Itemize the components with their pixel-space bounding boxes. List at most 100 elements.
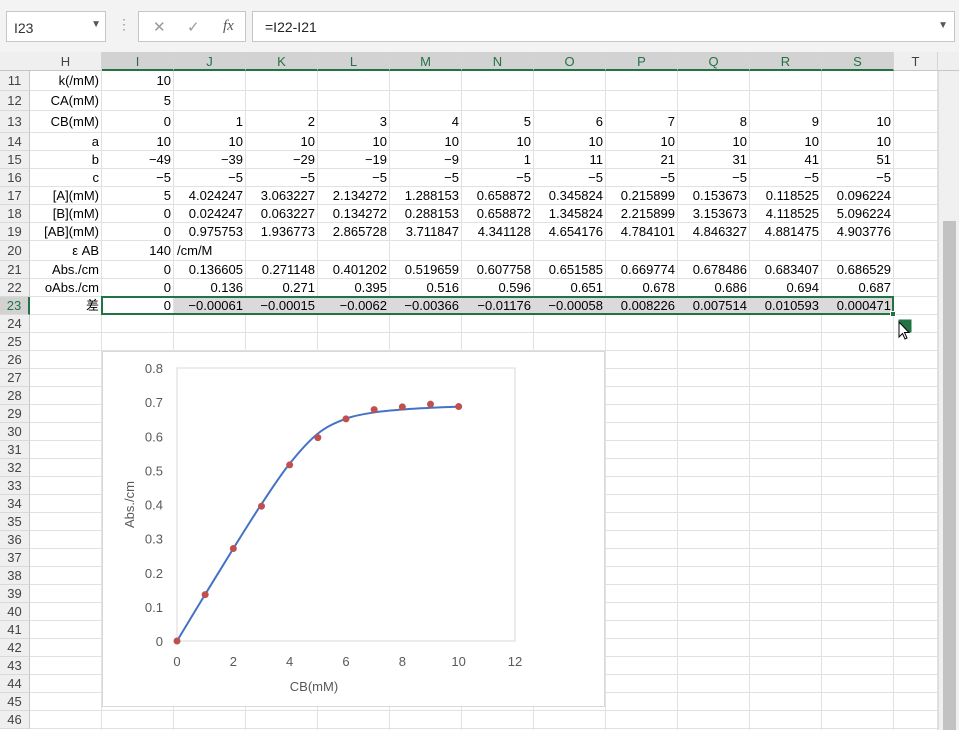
cell-m14[interactable]: 10 — [390, 133, 462, 151]
cell-o17[interactable]: 0.345824 — [534, 187, 606, 205]
row-header-29[interactable]: 29 — [0, 405, 30, 423]
cell-n19[interactable]: 4.341128 — [462, 223, 534, 241]
cell-l13[interactable]: 3 — [318, 111, 390, 133]
row-label-cell[interactable]: 差 — [30, 297, 102, 315]
row-label-cell[interactable]: k(/mM) — [30, 71, 102, 91]
cell-i22[interactable]: 0 — [102, 279, 174, 297]
row-header-11[interactable]: 11 — [0, 71, 30, 91]
cell-r13[interactable]: 9 — [750, 111, 822, 133]
cell-p17[interactable]: 0.215899 — [606, 187, 678, 205]
cell-o19[interactable]: 4.654176 — [534, 223, 606, 241]
cell-m13[interactable]: 4 — [390, 111, 462, 133]
cell-r17[interactable]: 0.118525 — [750, 187, 822, 205]
cell-s16[interactable]: −5 — [822, 169, 894, 187]
cell-s18[interactable]: 5.096224 — [822, 205, 894, 223]
row-header-22[interactable]: 22 — [0, 279, 30, 297]
cancel-icon[interactable]: ✕ — [153, 18, 166, 36]
cell-n18[interactable]: 0.658872 — [462, 205, 534, 223]
cell-m17[interactable]: 1.288153 — [390, 187, 462, 205]
cell-r16[interactable]: −5 — [750, 169, 822, 187]
cell-q16[interactable]: −5 — [678, 169, 750, 187]
row-header-31[interactable]: 31 — [0, 441, 30, 459]
cell-s17[interactable]: 0.096224 — [822, 187, 894, 205]
row-header-33[interactable]: 33 — [0, 477, 30, 495]
cell-i18[interactable]: 0 — [102, 205, 174, 223]
cell-i20[interactable]: 140 — [102, 241, 174, 261]
cell-j14[interactable]: 10 — [174, 133, 246, 151]
row-header-18[interactable]: 18 — [0, 205, 30, 223]
row-label-cell[interactable]: a — [30, 133, 102, 151]
cell-q17[interactable]: 0.153673 — [678, 187, 750, 205]
insert-function-icon[interactable]: fx — [223, 18, 234, 35]
row-label-cell[interactable]: CA(mM) — [30, 91, 102, 111]
cell-m16[interactable]: −5 — [390, 169, 462, 187]
column-header-n[interactable]: N — [462, 52, 534, 71]
chevron-down-icon[interactable]: ▼ — [938, 20, 948, 31]
cell-s21[interactable]: 0.686529 — [822, 261, 894, 279]
cell-l22[interactable]: 0.395 — [318, 279, 390, 297]
cell-p15[interactable]: 21 — [606, 151, 678, 169]
cell-s14[interactable]: 10 — [822, 133, 894, 151]
row-header-36[interactable]: 36 — [0, 531, 30, 549]
cell-r21[interactable]: 0.683407 — [750, 261, 822, 279]
cell-o22[interactable]: 0.651 — [534, 279, 606, 297]
cell-j19[interactable]: 0.975753 — [174, 223, 246, 241]
cell-k18[interactable]: 0.063227 — [246, 205, 318, 223]
row-header-41[interactable]: 41 — [0, 621, 30, 639]
cell-p21[interactable]: 0.669774 — [606, 261, 678, 279]
cell-j16[interactable]: −5 — [174, 169, 246, 187]
column-header-p[interactable]: P — [606, 52, 678, 71]
cell-k19[interactable]: 1.936773 — [246, 223, 318, 241]
row-label-cell[interactable]: ε AB — [30, 241, 102, 261]
chevron-down-icon[interactable]: ▼ — [91, 19, 101, 30]
cell-j15[interactable]: −39 — [174, 151, 246, 169]
cell-p16[interactable]: −5 — [606, 169, 678, 187]
row-header-28[interactable]: 28 — [0, 387, 30, 405]
cell-o13[interactable]: 6 — [534, 111, 606, 133]
cell-s13[interactable]: 10 — [822, 111, 894, 133]
cell-k15[interactable]: −29 — [246, 151, 318, 169]
cell-i19[interactable]: 0 — [102, 223, 174, 241]
cell-q22[interactable]: 0.686 — [678, 279, 750, 297]
cell-m22[interactable]: 0.516 — [390, 279, 462, 297]
cell-l21[interactable]: 0.401202 — [318, 261, 390, 279]
cell-i17[interactable]: 5 — [102, 187, 174, 205]
more-options-icon[interactable]: ⋮ — [117, 16, 131, 33]
cell-i16[interactable]: −5 — [102, 169, 174, 187]
row-header-45[interactable]: 45 — [0, 693, 30, 711]
row-header-39[interactable]: 39 — [0, 585, 30, 603]
row-header-40[interactable]: 40 — [0, 603, 30, 621]
row-header-37[interactable]: 37 — [0, 549, 30, 567]
row-header-25[interactable]: 25 — [0, 333, 30, 351]
row-label-cell[interactable]: [B](mM) — [30, 205, 102, 223]
row-header-46[interactable]: 46 — [0, 711, 30, 729]
cell-k17[interactable]: 3.063227 — [246, 187, 318, 205]
name-box[interactable]: I23 ▼ — [6, 11, 106, 42]
column-header-h[interactable]: H — [30, 52, 102, 71]
row-header-34[interactable]: 34 — [0, 495, 30, 513]
row-label-cell[interactable]: [A](mM) — [30, 187, 102, 205]
enter-icon[interactable]: ✓ — [187, 18, 200, 36]
cell-l17[interactable]: 2.134272 — [318, 187, 390, 205]
row-label-cell[interactable]: [AB](mM) — [30, 223, 102, 241]
row-label-cell[interactable]: CB(mM) — [30, 111, 102, 133]
row-header-35[interactable]: 35 — [0, 513, 30, 531]
row-header-12[interactable]: 12 — [0, 91, 30, 111]
cell-o18[interactable]: 1.345824 — [534, 205, 606, 223]
cell-n17[interactable]: 0.658872 — [462, 187, 534, 205]
cell-r19[interactable]: 4.881475 — [750, 223, 822, 241]
cell-i11[interactable]: 10 — [102, 71, 174, 91]
column-header-r[interactable]: R — [750, 52, 822, 71]
chart[interactable]: 0 0.1 0.2 0.3 0.4 0.5 0.6 0.7 0.8 0 2 4 6 8 10 12 Abs./c… — [102, 351, 605, 707]
cell-q15[interactable]: 31 — [678, 151, 750, 169]
row-header-16[interactable]: 16 — [0, 169, 30, 187]
row-header-17[interactable]: 17 — [0, 187, 30, 205]
cell-q21[interactable]: 0.678486 — [678, 261, 750, 279]
row-header-27[interactable]: 27 — [0, 369, 30, 387]
column-header-i[interactable]: I — [102, 52, 174, 71]
cell-q13[interactable]: 8 — [678, 111, 750, 133]
row-label-cell[interactable]: Abs./cm — [30, 261, 102, 279]
cell-k21[interactable]: 0.271148 — [246, 261, 318, 279]
column-header-m[interactable]: M — [390, 52, 462, 71]
row-header-26[interactable]: 26 — [0, 351, 30, 369]
